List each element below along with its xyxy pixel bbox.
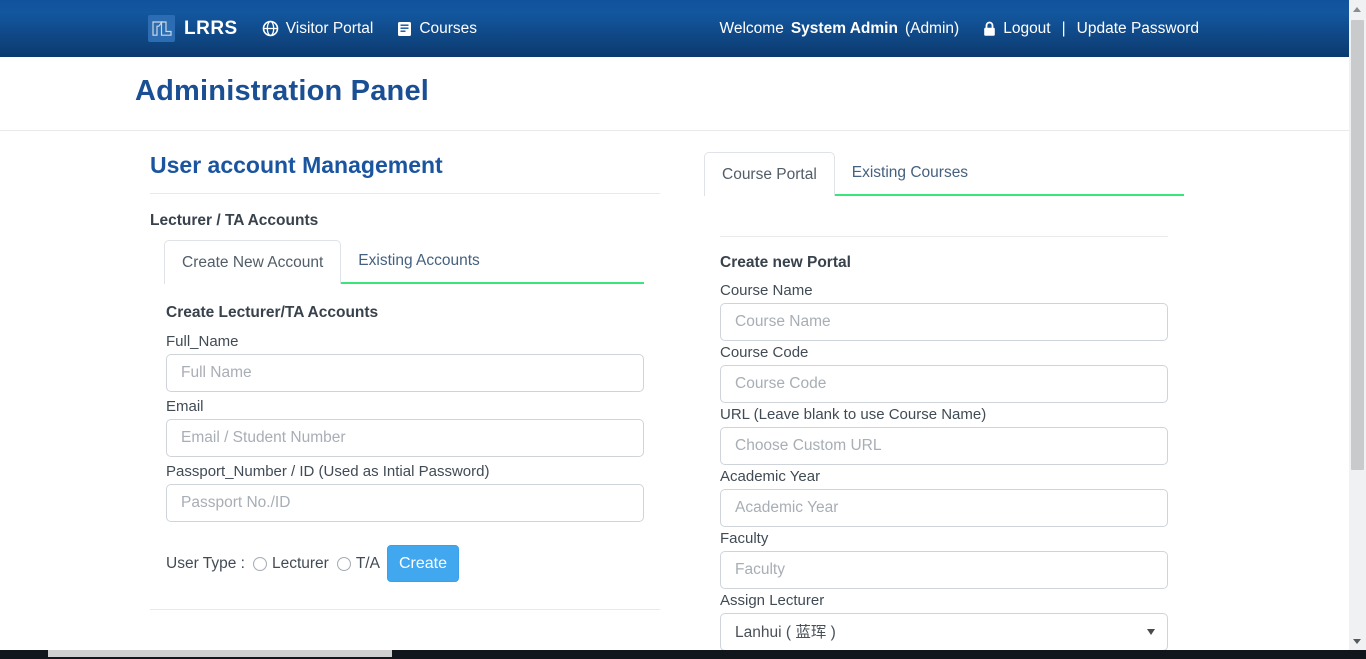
- assign-lecturer-label: Assign Lecturer: [720, 591, 1168, 610]
- vertical-scrollbar: [1349, 0, 1366, 650]
- passport-label: Passport_Number / ID (Used as Intial Pas…: [166, 463, 644, 480]
- nav-link-visitor-portal[interactable]: Visitor Portal: [262, 20, 374, 38]
- email-input[interactable]: [166, 419, 644, 457]
- custom-url-label: URL (Leave blank to use Course Name): [720, 405, 1168, 424]
- course-name-input[interactable]: [720, 303, 1168, 341]
- assign-lecturer-group: Assign Lecturer Lanhui ( 蓝珲 ): [720, 591, 1168, 651]
- tab-create-new-account[interactable]: Create New Account: [164, 240, 341, 284]
- nav-separator: |: [1062, 20, 1066, 38]
- lecturer-ta-accounts-label: Lecturer / TA Accounts: [150, 212, 660, 230]
- user-type-label: User Type :: [166, 555, 245, 573]
- page-title: Administration Panel: [135, 75, 429, 108]
- nav-link-label: Courses: [419, 20, 477, 38]
- full-name-label: Full_Name: [166, 333, 644, 350]
- scroll-down-arrow-icon[interactable]: [1353, 639, 1361, 644]
- faculty-label: Faculty: [720, 529, 1168, 548]
- create-portal-form: Create new Portal Course Name Course Cod…: [704, 236, 1184, 659]
- brand-label: LRRS: [184, 18, 238, 40]
- divider: [150, 193, 660, 194]
- create-button[interactable]: Create: [387, 545, 459, 582]
- create-account-form: Create Lecturer/TA Accounts Full_Name Em…: [150, 284, 660, 582]
- nav-link-label: Visitor Portal: [286, 20, 374, 38]
- course-code-input[interactable]: [720, 365, 1168, 403]
- course-tabs: Course Portal Existing Courses: [704, 152, 1184, 196]
- brand[interactable]: LRRS: [148, 15, 238, 42]
- full-name-group: Full_Name: [166, 333, 644, 392]
- course-tabs-underline: Existing Courses: [835, 152, 1184, 196]
- user-type-row: User Type : Lecturer T/A Create: [166, 545, 644, 582]
- account-tabs: Create New Account Existing Accounts: [164, 240, 644, 284]
- navbar-user-area: Welcome System Admin (Admin) Logout | Up…: [720, 20, 1199, 38]
- user-account-management-panel: User account Management Lecturer / TA Ac…: [150, 144, 660, 610]
- tab-existing-courses[interactable]: Existing Courses: [835, 164, 985, 182]
- horizontal-scrollbar-thumb[interactable]: [48, 650, 392, 657]
- globe-icon: [262, 20, 279, 37]
- divider: [720, 236, 1168, 237]
- screen: LRRS Visitor Portal: [0, 0, 1366, 659]
- tab-existing-accounts[interactable]: Existing Accounts: [341, 252, 496, 270]
- radio-lecturer[interactable]: [253, 557, 267, 571]
- course-code-group: Course Code: [720, 343, 1168, 403]
- book-icon: [397, 21, 412, 37]
- email-group: Email: [166, 398, 644, 457]
- page-header: Administration Panel: [0, 57, 1349, 131]
- passport-group: Passport_Number / ID (Used as Intial Pas…: [166, 463, 644, 522]
- user-name: System Admin: [791, 20, 898, 38]
- academic-year-label: Academic Year: [720, 467, 1168, 486]
- account-tabs-underline: Existing Accounts: [341, 240, 644, 284]
- lrrs-logo-icon: [148, 15, 175, 42]
- welcome-text: Welcome: [720, 20, 784, 38]
- divider: [150, 609, 660, 610]
- faculty-input[interactable]: [720, 551, 1168, 589]
- navbar: LRRS Visitor Portal: [0, 0, 1349, 57]
- course-portal-panel: Course Portal Existing Courses Create ne…: [704, 152, 1184, 659]
- course-code-label: Course Code: [720, 343, 1168, 362]
- course-name-group: Course Name: [720, 281, 1168, 341]
- logout-link[interactable]: Logout: [1003, 20, 1050, 38]
- nav-links: Visitor Portal Courses: [262, 20, 477, 38]
- custom-url-input[interactable]: [720, 427, 1168, 465]
- faculty-group: Faculty: [720, 529, 1168, 589]
- lock-icon: [983, 21, 996, 37]
- left-panel-title: User account Management: [150, 150, 660, 180]
- academic-year-input[interactable]: [720, 489, 1168, 527]
- passport-input[interactable]: [166, 484, 644, 522]
- course-name-label: Course Name: [720, 281, 1168, 300]
- assign-lecturer-select[interactable]: Lanhui ( 蓝珲 ): [720, 613, 1168, 651]
- user-role: (Admin): [905, 20, 959, 38]
- scroll-up-arrow-icon[interactable]: [1353, 7, 1361, 12]
- nav-link-courses[interactable]: Courses: [397, 20, 477, 38]
- radio-ta[interactable]: [337, 557, 351, 571]
- create-portal-heading: Create new Portal: [720, 253, 1168, 272]
- full-name-input[interactable]: [166, 354, 644, 392]
- academic-year-group: Academic Year: [720, 467, 1168, 527]
- email-label: Email: [166, 398, 644, 415]
- custom-url-group: URL (Leave blank to use Course Name): [720, 405, 1168, 465]
- tab-course-portal[interactable]: Course Portal: [704, 152, 835, 196]
- vertical-scrollbar-thumb[interactable]: [1351, 20, 1364, 470]
- update-password-link[interactable]: Update Password: [1077, 20, 1199, 38]
- create-account-form-heading: Create Lecturer/TA Accounts: [166, 304, 644, 322]
- radio-ta-label[interactable]: T/A: [356, 555, 380, 573]
- radio-lecturer-label[interactable]: Lecturer: [272, 555, 329, 573]
